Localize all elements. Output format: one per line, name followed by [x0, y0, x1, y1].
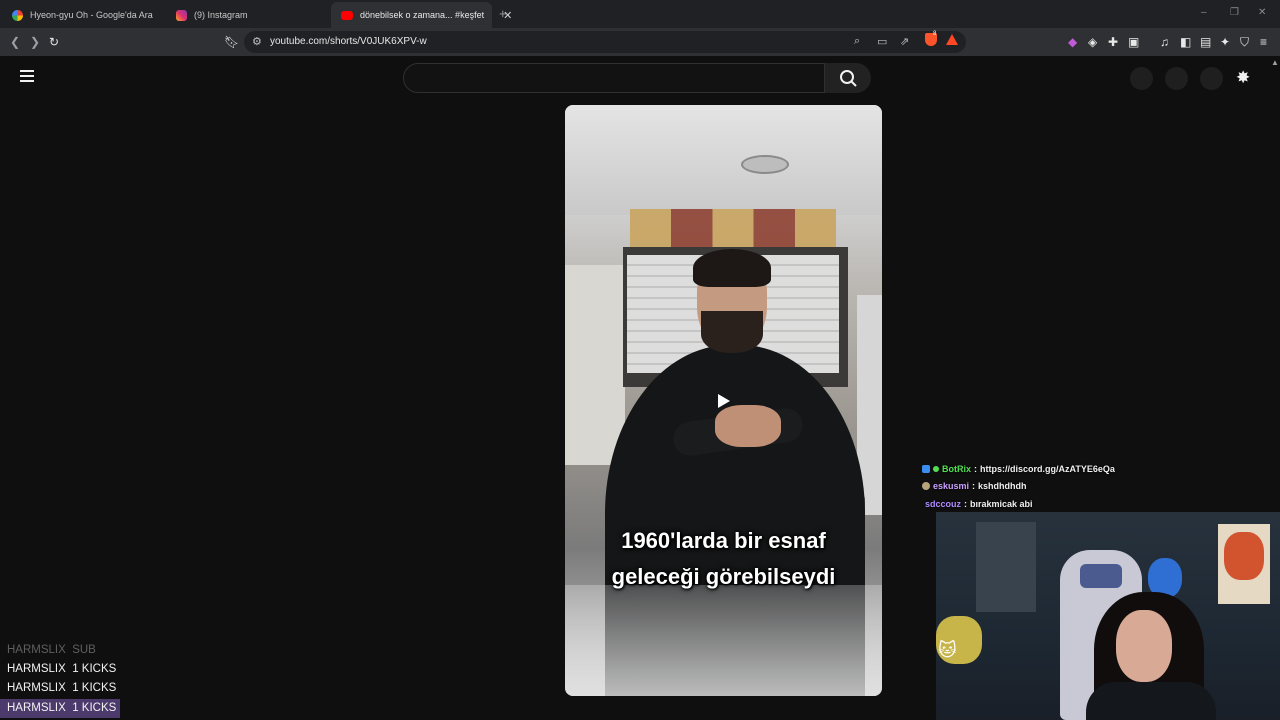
- chat-separator: :: [974, 463, 977, 474]
- alert-item: HARMSLIX 1 KICKS: [0, 679, 160, 698]
- shorts-video-player[interactable]: 1960'larda bir esnaf geleceği görebilsey…: [565, 105, 882, 696]
- chat-username: eskusmi: [933, 481, 970, 492]
- chat-message: sdccouz : bırakmicak abi: [922, 495, 1222, 513]
- chat-username: sdccouz: [925, 498, 962, 509]
- notifications-button[interactable]: [1165, 67, 1188, 90]
- sidebar-icon[interactable]: ◧: [1180, 34, 1191, 50]
- google-icon: [12, 9, 23, 21]
- alert-item: HARMSLIX 1 KICKS: [0, 660, 160, 679]
- alert-text: 1 KICKS: [72, 663, 117, 675]
- cast-icon[interactable]: ▭: [877, 35, 887, 48]
- create-button[interactable]: [1130, 67, 1153, 90]
- alert-item: HARMSLIX SUB: [0, 641, 160, 660]
- new-tab-button[interactable]: +: [499, 6, 507, 21]
- instagram-icon: [176, 9, 187, 21]
- menu-icon[interactable]: ≡: [1260, 34, 1267, 50]
- alert-user: HARMSLIX: [7, 702, 66, 714]
- site-info-icon[interactable]: ⚙︎: [252, 35, 262, 48]
- vpn-shield-icon[interactable]: ⛉: [1240, 34, 1249, 50]
- chat-text: https://discord.gg/AzATYE6eQa: [980, 463, 1115, 474]
- extension-icon[interactable]: ◆: [1068, 34, 1077, 50]
- cat-icon: 🐱︎: [938, 640, 957, 660]
- minimize-button[interactable]: –: [1201, 7, 1207, 18]
- caption-line-1: 1960'larda bir esnaf: [621, 528, 826, 553]
- wallet-icon[interactable]: ▤: [1200, 34, 1211, 50]
- alert-text: 1 KICKS: [72, 702, 117, 714]
- screen: Hyeon-gyu Oh - Google'da Ara (9) Instagr…: [0, 0, 1280, 720]
- extension-diamond-icon[interactable]: ◈: [1088, 34, 1097, 50]
- leo-ai-icon[interactable]: ✦: [1220, 34, 1230, 50]
- chat-message: eskusmi : kshdhdhdh: [922, 478, 1222, 496]
- sparkle-icon[interactable]: ✸: [1236, 68, 1250, 88]
- chat-separator: :: [972, 481, 976, 492]
- tab-search-icon[interactable]: ▣: [1128, 34, 1139, 50]
- tab-strip: Hyeon-gyu Oh - Google'da Ara (9) Instagr…: [0, 0, 1280, 28]
- alert-text: 1 KICKS: [72, 682, 117, 694]
- chat-username: BotRix: [942, 463, 971, 474]
- bookmark-icon[interactable]: 🔖︎: [224, 34, 239, 50]
- url-text[interactable]: youtube.com/shorts/V0JUK6XPV-w: [270, 36, 427, 47]
- alert-user: HARMSLIX: [7, 663, 66, 675]
- chat-message: BotRix : https://discord.gg/AzATYE6eQa: [922, 460, 1222, 478]
- chat-separator: :: [964, 498, 968, 509]
- video-caption: 1960'larda bir esnaf geleceği görebilsey…: [565, 523, 882, 595]
- tab-instagram[interactable]: (9) Instagram: [166, 2, 258, 28]
- bot-badge-icon: [922, 464, 930, 473]
- tab-youtube[interactable]: dönebilsek o zamana... #keşfet ✕: [331, 2, 512, 28]
- forward-icon[interactable]: ❯: [30, 34, 40, 50]
- video-scene: [565, 105, 882, 215]
- account-avatar[interactable]: [1200, 67, 1223, 90]
- zoom-icon[interactable]: ⌕: [854, 35, 860, 48]
- search-button[interactable]: [825, 63, 871, 93]
- alert-item-highlighted: HARMSLIX 1 KICKS: [0, 699, 121, 718]
- caption-line-2: geleceği görebilseydi: [611, 564, 836, 589]
- tab-title: dönebilsek o zamana... #keşfet: [360, 10, 485, 20]
- verified-badge-icon: [933, 465, 939, 472]
- media-icon[interactable]: ♫: [1160, 34, 1169, 50]
- alert-user: HARMSLIX: [7, 644, 66, 656]
- tab-title: Hyeon-gyu Oh - Google'da Ara: [30, 10, 153, 20]
- shields-count-badge: 8: [933, 31, 937, 37]
- reload-icon[interactable]: ↻: [49, 34, 59, 50]
- play-icon[interactable]: [718, 394, 730, 408]
- alert-text: SUB: [72, 644, 96, 656]
- chat-text: kshdhdhdh: [978, 481, 1027, 492]
- stream-alerts: HARMSLIX SUB HARMSLIX 1 KICKS HARMSLIX 1…: [0, 641, 160, 718]
- browser-toolbar: ❮ ❯ ↻ 🔖︎ ⚙︎ youtube.com/shorts/V0JUK6XPV…: [0, 28, 1280, 56]
- search-icon: [840, 70, 857, 87]
- chat-text: bırakmicak abi: [970, 498, 1033, 509]
- share-icon[interactable]: ⇗: [900, 35, 909, 48]
- maximize-button[interactable]: ❐: [1230, 7, 1239, 18]
- back-icon[interactable]: ❮: [10, 34, 20, 50]
- extensions-puzzle-icon[interactable]: ✚: [1108, 34, 1118, 50]
- search-input[interactable]: [403, 63, 825, 93]
- alert-user: HARMSLIX: [7, 682, 66, 694]
- brave-rewards-icon[interactable]: [946, 34, 958, 45]
- youtube-icon: [341, 10, 353, 20]
- tab-google[interactable]: Hyeon-gyu Oh - Google'da Ara: [2, 2, 163, 28]
- guide-menu-icon[interactable]: [20, 70, 34, 82]
- scroll-up-arrow[interactable]: ▲: [1271, 58, 1279, 67]
- address-bar[interactable]: ⚙︎ youtube.com/shorts/V0JUK6XPV-w ⌕ ▭ ⇗: [244, 31, 966, 53]
- tab-title: (9) Instagram: [194, 10, 248, 20]
- shield-badge-icon: [922, 482, 930, 491]
- stream-chat: BotRix : https://discord.gg/AzATYE6eQa e…: [922, 460, 1222, 513]
- close-window-button[interactable]: ✕: [1258, 7, 1266, 18]
- webcam-overlay: 🐱︎: [936, 512, 1280, 720]
